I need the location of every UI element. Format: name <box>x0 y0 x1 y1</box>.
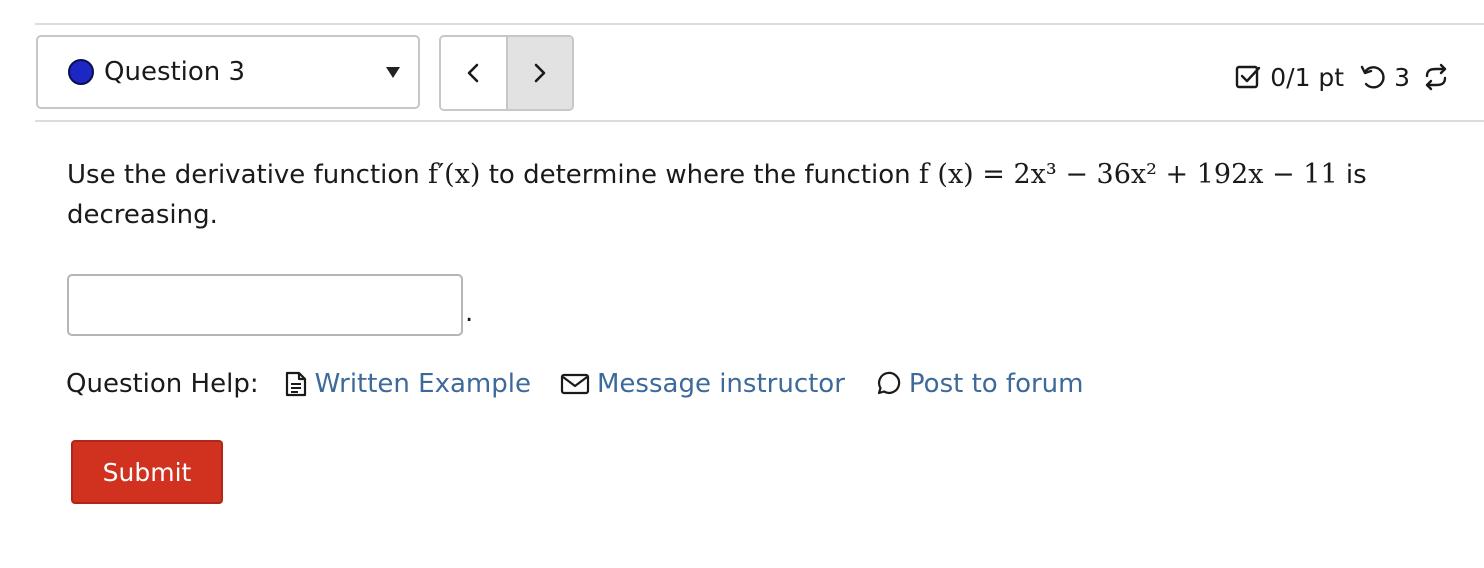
score-area: 0/1 pt 3 <box>1234 55 1450 99</box>
question-text-middle: to determine where the function <box>488 160 911 190</box>
question-help: Question Help: Written Example Message i… <box>66 364 1112 404</box>
message-instructor-label: Message instructor <box>596 369 845 399</box>
math-fprime: f′(x) <box>428 159 481 190</box>
question-label: Question 3 <box>104 57 246 87</box>
question-text: Use the derivative function f′(x) to det… <box>67 155 1467 235</box>
header-divider <box>35 120 1484 122</box>
retry-icon[interactable] <box>1422 63 1450 91</box>
attempts-count: 3 <box>1394 62 1410 92</box>
chevron-left-icon <box>467 63 479 83</box>
envelope-icon <box>559 371 591 397</box>
chevron-right-icon <box>534 63 546 83</box>
post-to-forum-link[interactable]: Post to forum <box>873 369 1084 399</box>
status-dot-icon <box>68 59 94 85</box>
document-icon <box>283 370 309 398</box>
question-text-before: Use the derivative function <box>67 160 420 190</box>
attempts-icon <box>1358 63 1388 91</box>
answer-period: . <box>465 298 474 328</box>
caret-down-icon <box>386 66 400 78</box>
top-divider <box>35 23 1484 25</box>
previous-question-button[interactable] <box>441 37 508 109</box>
question-nav <box>439 35 574 111</box>
question-selector[interactable]: Question 3 <box>36 35 420 109</box>
written-example-link[interactable]: Written Example <box>283 369 531 399</box>
next-question-button[interactable] <box>507 37 572 109</box>
message-instructor-link[interactable]: Message instructor <box>559 369 845 399</box>
submit-button[interactable]: Submit <box>71 440 223 504</box>
checkbox-icon <box>1234 63 1262 91</box>
question-page: Question 3 0/1 pt 3 Use the derivative f… <box>0 0 1484 568</box>
answer-row: . <box>67 274 473 336</box>
answer-input[interactable] <box>67 274 463 336</box>
chat-bubble-icon <box>873 370 903 398</box>
math-function: f (x) = 2x³ − 36x² + 192x − 11 <box>918 159 1338 190</box>
question-help-label: Question Help: <box>66 369 259 399</box>
written-example-label: Written Example <box>314 369 531 399</box>
score-text: 0/1 pt <box>1270 62 1345 92</box>
post-to-forum-label: Post to forum <box>908 369 1084 399</box>
